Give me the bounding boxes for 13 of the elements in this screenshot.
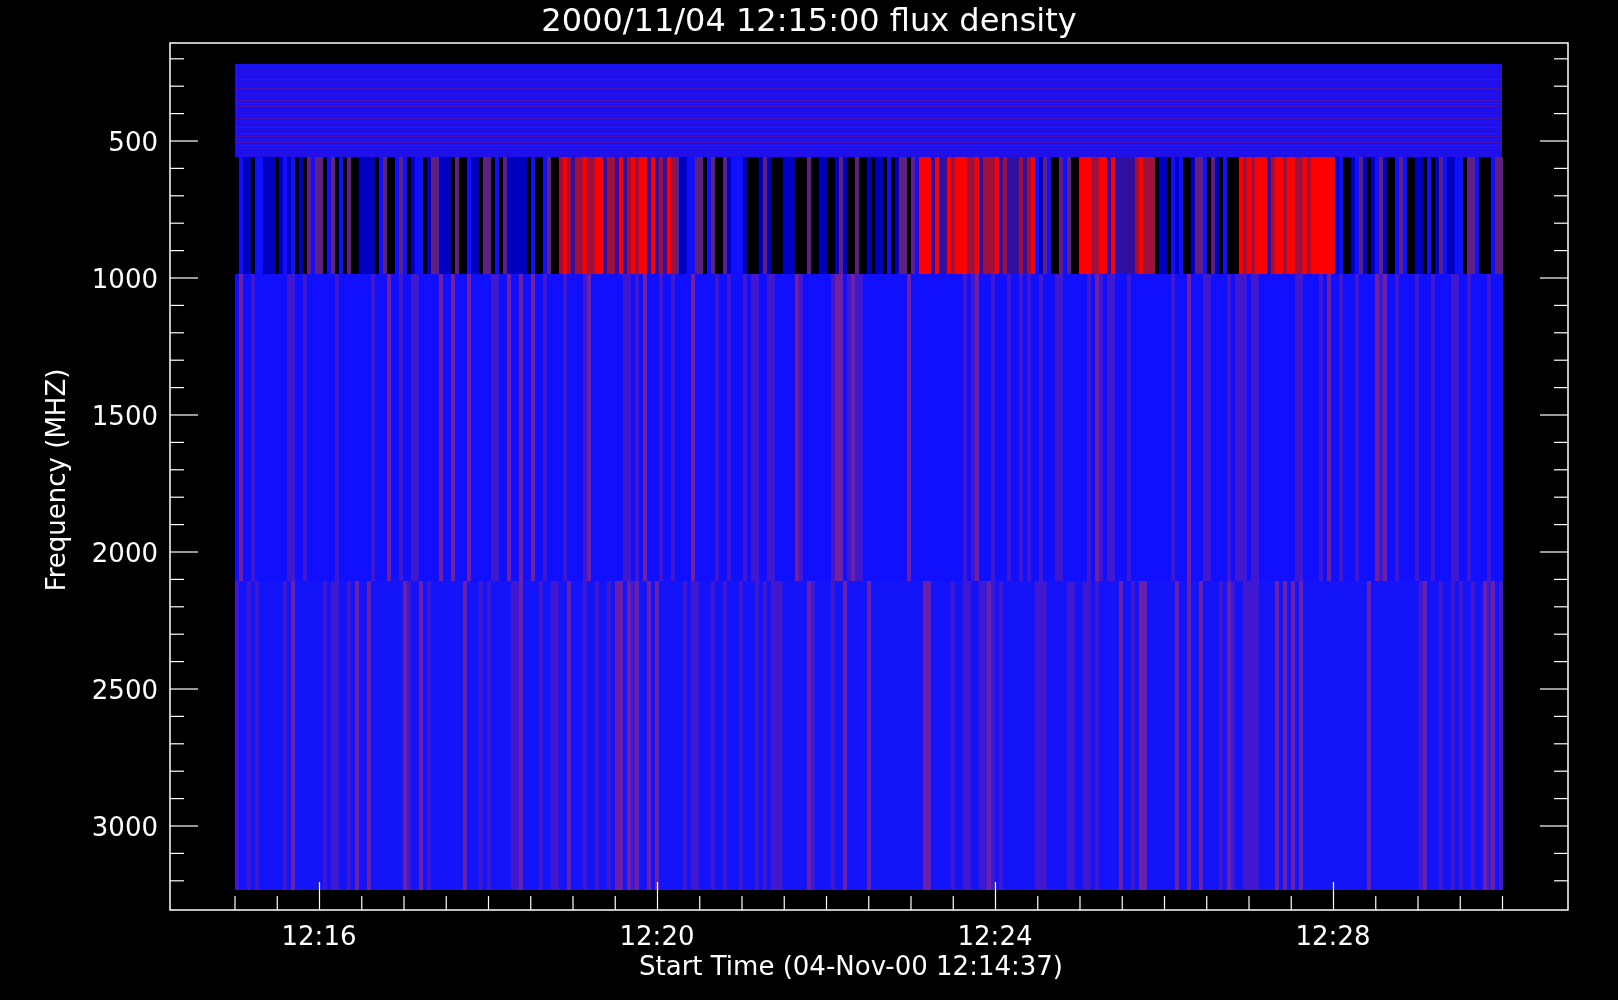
x-tick-label: 12:24 [957,921,1033,951]
y-tick-label: 2000 [91,538,158,568]
x-axis-label: Start Time (04-Nov-00 12:14:37) [639,951,1063,981]
y-axis-label: Frequency (MHZ) [41,368,71,592]
y-tick-label: 1500 [91,401,158,431]
y-tick-label: 2500 [91,675,158,705]
chart-title: 2000/11/04 12:15:00 flux density [541,1,1077,39]
y-tick-label: 1000 [91,264,158,294]
x-tick-label: 12:20 [619,921,695,951]
y-tick-label: 500 [108,127,158,157]
x-tick-label: 12:16 [281,921,357,951]
x-tick-label: 12:28 [1295,921,1371,951]
y-tick-label: 3000 [91,812,158,842]
